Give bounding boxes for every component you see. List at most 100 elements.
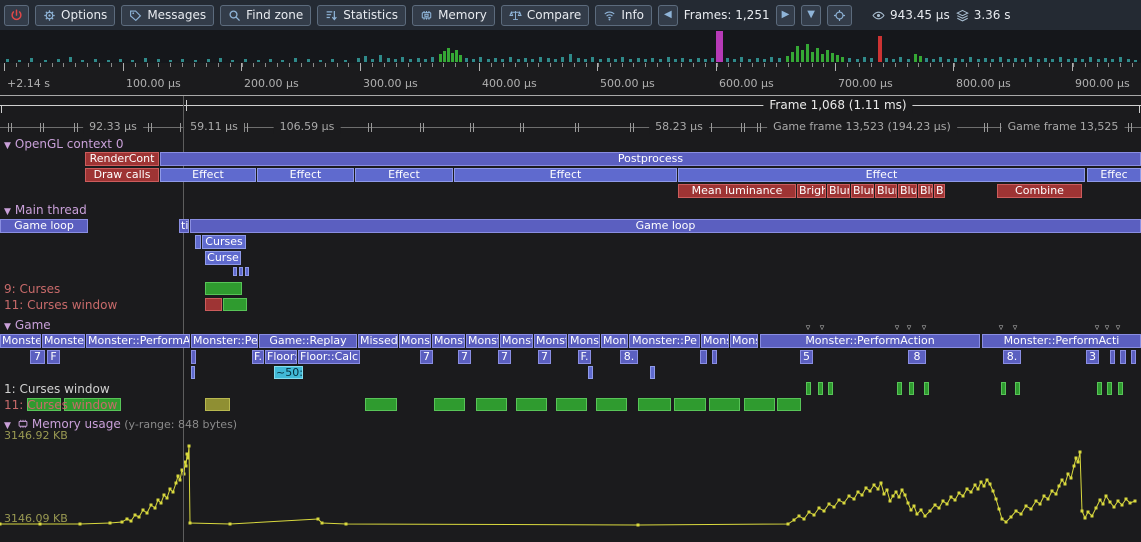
green-bar[interactable] <box>476 398 507 411</box>
zone-bar[interactable]: Effect <box>257 168 354 182</box>
zone-bar[interactable]: Monster::PerformAction <box>760 334 980 348</box>
zone-bar[interactable] <box>195 235 201 249</box>
zone-bar[interactable]: Postprocess <box>160 152 1141 166</box>
collapse-arrow-icon[interactable]: ▼ <box>4 322 11 332</box>
green-bar[interactable] <box>1107 382 1112 395</box>
section-header[interactable]: ▼Main thread <box>4 203 87 217</box>
green-bar[interactable] <box>806 382 811 395</box>
zone-bar[interactable]: Monst <box>432 334 465 348</box>
red-bar[interactable]: Blur <box>875 184 897 198</box>
zone-bar[interactable]: Effect <box>355 168 453 182</box>
zone-bar[interactable]: Monst <box>399 334 431 348</box>
zone-bar[interactable]: Monst <box>466 334 499 348</box>
green-bar[interactable] <box>674 398 706 411</box>
zone-bar[interactable]: Monst <box>534 334 567 348</box>
zone-bar[interactable] <box>700 350 707 364</box>
zone-bar[interactable]: Mons <box>601 334 628 348</box>
red-bar[interactable]: Mean luminance <box>678 184 796 198</box>
memory-graph[interactable] <box>0 0 1141 542</box>
zone-bar[interactable]: 8. <box>1003 350 1021 364</box>
section-header[interactable]: ▼OpenGL context 0 <box>4 137 123 151</box>
zone-bar[interactable] <box>245 267 249 276</box>
zone-bar[interactable]: 7 <box>420 350 433 364</box>
zone-bar[interactable] <box>239 267 243 276</box>
green-bar[interactable] <box>516 398 547 411</box>
olive-bar[interactable] <box>205 398 230 411</box>
green-bar[interactable] <box>897 382 902 395</box>
zone-bar[interactable] <box>233 267 237 276</box>
zone-bar[interactable]: Effect <box>454 168 677 182</box>
collapse-arrow-icon[interactable]: ▼ <box>4 141 11 151</box>
zone-bar[interactable]: 7 <box>498 350 511 364</box>
green-bar[interactable] <box>909 382 914 395</box>
zone-bar[interactable]: 7 <box>538 350 551 364</box>
zone-bar[interactable]: Floor: <box>265 350 297 364</box>
collapse-arrow-icon[interactable]: ▼ <box>4 207 11 217</box>
section-header[interactable]: ▼Game <box>4 318 51 332</box>
zone-bar[interactable] <box>191 366 195 379</box>
red-bar[interactable]: Bl <box>934 184 945 198</box>
green-bar[interactable] <box>223 298 247 311</box>
zone-bar[interactable]: Game loop <box>190 219 1141 233</box>
zone-bar[interactable]: Effec <box>1087 168 1141 182</box>
green-bar[interactable] <box>1118 382 1123 395</box>
red-bar[interactable]: Blur <box>827 184 850 198</box>
red-bar[interactable]: Brigh <box>797 184 826 198</box>
green-bar[interactable] <box>638 398 671 411</box>
zone-bar[interactable] <box>1110 350 1115 364</box>
green-bar[interactable] <box>596 398 627 411</box>
green-bar[interactable] <box>205 282 242 295</box>
red-bar[interactable]: Combine <box>997 184 1082 198</box>
green-bar[interactable] <box>1001 382 1006 395</box>
cyan-bar[interactable]: ~50: <box>274 366 303 379</box>
zone-bar[interactable]: Monster::PerformActi <box>982 334 1141 348</box>
zone-bar[interactable]: F. <box>578 350 591 364</box>
red-bar[interactable]: Draw calls <box>85 168 159 182</box>
zone-bar[interactable]: Monst <box>500 334 533 348</box>
zone-bar[interactable] <box>191 350 196 364</box>
zone-bar[interactable]: ti <box>179 219 189 233</box>
zone-bar[interactable]: 7 <box>458 350 471 364</box>
zone-bar[interactable] <box>1120 350 1126 364</box>
green-bar[interactable] <box>556 398 587 411</box>
zone-bar[interactable] <box>712 350 717 364</box>
red-bar[interactable] <box>205 298 222 311</box>
red-bar[interactable]: Blur <box>851 184 874 198</box>
zone-bar[interactable]: Mons <box>730 334 758 348</box>
zone-bar[interactable]: Monster::PerformA <box>86 334 190 348</box>
zone-bar[interactable]: Missed <box>358 334 398 348</box>
zone-bar[interactable]: Effect <box>160 168 256 182</box>
green-bar[interactable] <box>1097 382 1102 395</box>
green-bar[interactable] <box>828 382 833 395</box>
zone-bar[interactable]: Game::Replay <box>259 334 357 348</box>
zone-bar[interactable]: Monste <box>568 334 600 348</box>
green-bar[interactable] <box>709 398 740 411</box>
green-bar[interactable] <box>818 382 823 395</box>
zone-bar[interactable]: Monster::Pe <box>191 334 258 348</box>
green-bar[interactable] <box>434 398 465 411</box>
zone-bar[interactable]: 5 <box>800 350 813 364</box>
zone-bar[interactable] <box>650 366 655 379</box>
zone-bar[interactable]: Curses <box>202 235 246 249</box>
zone-bar[interactable]: Floor::Calc <box>298 350 360 364</box>
zone-bar[interactable]: F. <box>252 350 264 364</box>
zone-bar[interactable]: Mons <box>701 334 729 348</box>
green-bar[interactable] <box>744 398 775 411</box>
zone-bar[interactable]: 7 <box>30 350 45 364</box>
zone-bar[interactable]: F <box>47 350 60 364</box>
zone-bar[interactable]: Monste <box>42 334 85 348</box>
zone-bar[interactable]: 3 <box>1086 350 1099 364</box>
red-bar[interactable]: Blur <box>918 184 933 198</box>
zone-bar[interactable]: Effect <box>678 168 1085 182</box>
green-bar[interactable] <box>777 398 801 411</box>
zone-bar[interactable] <box>588 366 593 379</box>
zone-bar[interactable]: Monster::Pe <box>629 334 700 348</box>
zone-bar[interactable]: Game loop <box>0 219 88 233</box>
red-bar[interactable]: RenderCont <box>85 152 159 166</box>
green-bar[interactable] <box>365 398 397 411</box>
green-bar[interactable] <box>924 382 929 395</box>
zone-bar[interactable]: Curse <box>205 251 241 265</box>
red-bar[interactable]: Blur <box>898 184 917 198</box>
zone-bar[interactable]: Monste <box>0 334 41 348</box>
green-bar[interactable] <box>1015 382 1020 395</box>
